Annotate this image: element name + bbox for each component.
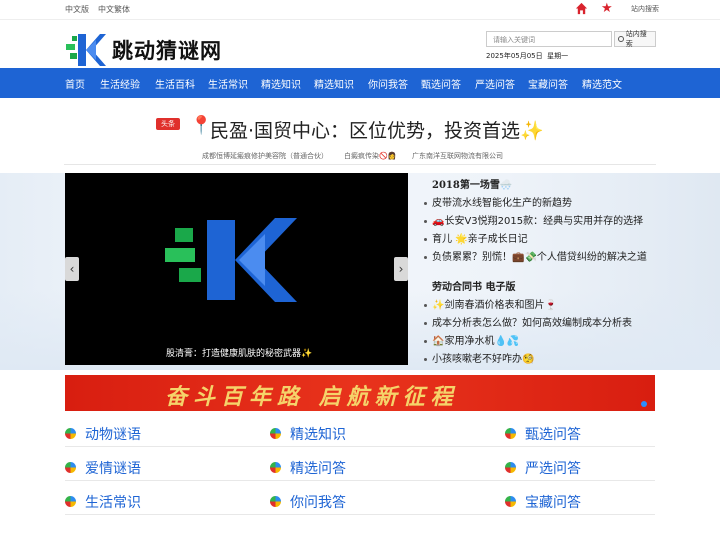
divider xyxy=(65,480,655,481)
colorball-icon xyxy=(505,428,516,439)
divider xyxy=(64,164,656,165)
nav-item-life-common-sense[interactable]: 生活常识 xyxy=(208,76,248,91)
lang-simplified-link[interactable]: 中文版 xyxy=(65,4,89,15)
news-group-title[interactable]: 2018第一场雪🌨️ xyxy=(432,176,512,191)
home-icon[interactable] xyxy=(575,2,588,19)
nav-item-curated-qa[interactable]: 甄选问答 xyxy=(421,76,461,91)
site-name[interactable]: 跳动猜谜网 xyxy=(112,35,222,65)
promo-banner[interactable]: 奋斗百年路 启航新征程 xyxy=(65,375,655,411)
colorball-icon xyxy=(270,462,281,473)
slideshow[interactable]: 股清膏：打造健康肌肤的秘密武器✨ ‹ › xyxy=(65,173,408,365)
date-display: 2025年05月05日 星期一 xyxy=(486,51,568,61)
divider xyxy=(65,514,655,515)
list-item[interactable]: 🏠家用净水机💧💦 xyxy=(424,332,654,347)
colorball-icon xyxy=(270,428,281,439)
slide-caption[interactable]: 股清膏：打造健康肌肤的秘密武器✨ xyxy=(166,346,312,359)
list-item[interactable]: ✨剑南春酒价格表和图片🍷 xyxy=(424,296,654,311)
nav-item-selected-knowledge[interactable]: 精选知识 xyxy=(261,76,301,91)
nav-item-strict-qa[interactable]: 严选问答 xyxy=(475,76,515,91)
divider xyxy=(65,446,655,447)
slide-prev-button[interactable]: ‹ xyxy=(65,257,79,281)
sub-link[interactable]: 白癜疯传染🚫👩 xyxy=(344,151,396,161)
search-icon xyxy=(618,36,624,42)
nav-item-life-experience[interactable]: 生活经验 xyxy=(100,76,140,91)
banner-text: 奋斗百年路 启航新征程 xyxy=(165,384,459,410)
search-button[interactable]: 站内搜索 xyxy=(614,30,656,48)
nav-item-selected-essays[interactable]: 精选范文 xyxy=(582,76,622,91)
list-item[interactable]: 育儿 🌟亲子成长日记 xyxy=(424,230,654,245)
colorball-icon xyxy=(505,496,516,507)
top-bar: 中文版 中文繁体 ★ 站内搜索 xyxy=(0,0,720,20)
main-nav: 首页 生活经验 生活百科 生活常识 精选知识 精选知识 你问我答 甄选问答 严选… xyxy=(0,68,720,98)
slide-logo-image xyxy=(165,218,297,302)
list-item[interactable]: 负债累累？别慌！💼💸个人借贷纠纷的解决之道 xyxy=(424,248,654,263)
nav-item-home[interactable]: 首页 xyxy=(65,76,85,91)
lang-traditional-link[interactable]: 中文繁体 xyxy=(98,4,130,15)
list-item[interactable]: 皮带流水线智能化生产的新趋势 xyxy=(424,194,654,209)
nav-item-selected-knowledge-2[interactable]: 精选知识 xyxy=(314,76,354,91)
logo-icon[interactable] xyxy=(66,32,106,68)
colorball-icon xyxy=(65,496,76,507)
date-text: 2025年05月05日 xyxy=(486,52,543,60)
weekday-text: 星期一 xyxy=(547,52,569,60)
slide-next-button[interactable]: › xyxy=(394,257,408,281)
sub-link[interactable]: 成都恒博延瘢痕修护美容院（普通合伙） xyxy=(202,151,328,161)
colorball-icon xyxy=(65,462,76,473)
nav-item-treasure-qa[interactable]: 宝藏问答 xyxy=(528,76,568,91)
news-group-title[interactable]: 劳动合同书 电子版 xyxy=(432,278,515,293)
colorball-icon xyxy=(65,428,76,439)
site-search-link[interactable]: 站内搜索 xyxy=(631,4,659,14)
list-item[interactable]: 小孩咳嗽老不好咋办🧐 xyxy=(424,350,654,365)
nav-item-life-encyclopedia[interactable]: 生活百科 xyxy=(155,76,195,91)
nav-item-qa[interactable]: 你问我答 xyxy=(368,76,408,91)
search-button-label: 站内搜索 xyxy=(625,30,647,48)
banner-indicator[interactable] xyxy=(641,401,647,407)
sub-link[interactable]: 广东南洋互联网物流有限公司 xyxy=(412,151,503,161)
headline-badge: 头条 xyxy=(156,118,180,130)
list-item[interactable]: 🚗长安V3悦翔2015款：经典与实用并存的选择 xyxy=(424,212,654,227)
list-item[interactable]: 成本分析表怎么做？如何高效编制成本分析表 xyxy=(424,314,654,329)
colorball-icon xyxy=(270,496,281,507)
star-icon[interactable]: ★ xyxy=(601,2,613,16)
search-input[interactable]: 请输入关键词 xyxy=(486,31,612,47)
headline-link[interactable]: 民盈·国贸中心：区位优势，投资首选✨ xyxy=(210,116,544,143)
colorball-icon xyxy=(505,462,516,473)
